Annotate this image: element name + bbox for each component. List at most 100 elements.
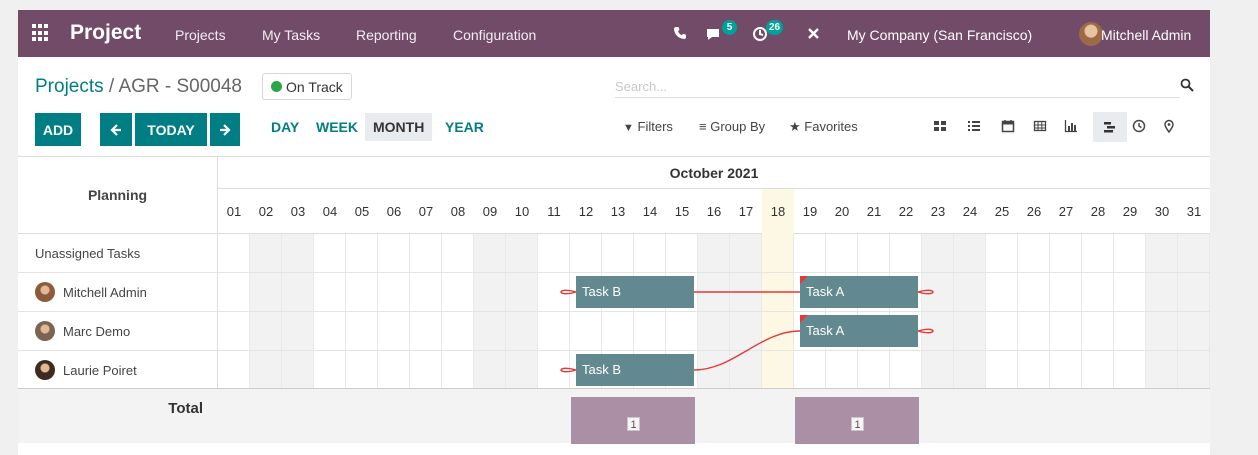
day-21: 21: [866, 204, 882, 219]
day-19: 19: [802, 204, 818, 219]
gantt-icon: [1104, 122, 1115, 133]
total-count: 1: [627, 417, 640, 431]
gantt-grid[interactable]: Task B Task A Task A Task B: [217, 234, 1210, 390]
graph-icon[interactable]: [1064, 119, 1078, 133]
day-24: 24: [962, 204, 978, 219]
activity-icon[interactable]: [1132, 119, 1146, 133]
day-14: 14: [642, 204, 658, 219]
status-dot-icon: [271, 81, 282, 92]
user-menu[interactable]: Mitchell Admin: [1101, 27, 1191, 43]
row-name: Unassigned Tasks: [35, 245, 141, 261]
late-marker-icon: [800, 315, 808, 323]
filters-label: Filters: [637, 119, 673, 134]
task-pill[interactable]: Task A: [800, 276, 918, 308]
next-button[interactable]: [210, 113, 240, 146]
row-label-unassigned-tasks: Unassigned Tasks: [18, 234, 217, 273]
menu-my-tasks[interactable]: My Tasks: [262, 27, 320, 43]
previous-button[interactable]: [100, 113, 132, 146]
day-04: 04: [322, 204, 338, 219]
day-16: 16: [706, 204, 722, 219]
star-icon: ★: [789, 119, 801, 134]
day-11: 11: [547, 204, 561, 219]
total-label: Total: [168, 400, 203, 417]
day-28: 28: [1090, 204, 1106, 219]
row-label-mitchell-admin: Mitchell Admin: [18, 273, 217, 312]
activities-badge: 26: [766, 20, 784, 35]
breadcrumb-current: AGR - S00048: [118, 76, 243, 97]
day-12: 12: [578, 204, 594, 219]
add-button[interactable]: ADD: [35, 113, 81, 146]
company-switcher[interactable]: My Company (San Francisco): [847, 27, 1032, 43]
scale-month[interactable]: MONTH: [365, 113, 433, 141]
row-divider: [218, 272, 1210, 273]
task-pill[interactable]: Task A: [800, 315, 918, 347]
calendar-icon[interactable]: [1001, 119, 1015, 133]
gantt-rows: Unassigned Tasks Mitchell Admin Marc Demo L…: [18, 234, 1210, 390]
filter-icon: ▼: [623, 122, 634, 134]
menu-reporting[interactable]: Reporting: [356, 27, 417, 43]
gantt-view-button[interactable]: [1093, 112, 1127, 142]
day-13: 13: [610, 204, 626, 219]
messages-icon[interactable]: [705, 27, 723, 41]
total-row: Total 1 1: [18, 388, 1210, 444]
row-divider: [218, 350, 1210, 351]
day-22: 22: [898, 204, 914, 219]
task-pill[interactable]: Task B: [576, 354, 694, 386]
day-05: 05: [354, 204, 370, 219]
row-name: Marc Demo: [63, 323, 131, 339]
map-icon[interactable]: [1162, 119, 1176, 133]
avatar: [35, 282, 55, 302]
day-15: 15: [674, 204, 690, 219]
scale-day[interactable]: DAY: [271, 119, 299, 135]
kanban-icon[interactable]: [933, 119, 947, 133]
task-pill[interactable]: Task B: [576, 276, 694, 308]
app-name[interactable]: Project: [70, 21, 141, 45]
group-by-icon: ≡: [699, 119, 707, 134]
close-icon[interactable]: [807, 27, 820, 40]
pivot-icon[interactable]: [1033, 119, 1047, 133]
phone-icon[interactable]: [673, 26, 687, 40]
group-by-dropdown[interactable]: ≡ Group By: [699, 119, 765, 134]
days-header: 01 02 03 04 05 06 07 08 09 10 11 12 13 14 15 16 17 18 19 20…: [217, 189, 1210, 234]
app-switcher-icon[interactable]: [32, 24, 50, 42]
day-29: 29: [1122, 204, 1138, 219]
project-status-button[interactable]: On Track: [262, 73, 352, 100]
status-label: On Track: [286, 78, 343, 95]
filters-dropdown[interactable]: ▼ Filters: [623, 119, 673, 134]
user-avatar[interactable]: [1079, 22, 1103, 46]
arrow-left-icon: [110, 123, 121, 136]
day-10: 10: [514, 204, 530, 219]
breadcrumb: Projects / AGR - S00048: [35, 76, 242, 98]
day-20: 20: [834, 204, 850, 219]
avatar: [35, 360, 55, 380]
task-name: Task B: [582, 362, 622, 377]
messages-badge: 5: [722, 20, 737, 35]
day-01: 01: [226, 204, 242, 219]
search-icon[interactable]: [1180, 78, 1194, 92]
scale-week[interactable]: WEEK: [316, 119, 358, 135]
day-26: 26: [1026, 204, 1042, 219]
row-name: Mitchell Admin: [63, 284, 147, 300]
late-marker-icon: [800, 276, 808, 284]
row-label-marc-demo: Marc Demo: [18, 312, 217, 351]
day-31: 31: [1186, 204, 1202, 219]
group-by-label: Group By: [710, 119, 766, 134]
menu-configuration[interactable]: Configuration: [453, 27, 536, 43]
planning-header: Planning: [18, 156, 217, 234]
day-18: 18: [762, 189, 794, 234]
task-name: Task B: [582, 284, 622, 299]
avatar: [35, 321, 55, 341]
task-name: Task A: [806, 284, 845, 299]
day-03: 03: [290, 204, 306, 219]
favorites-dropdown[interactable]: ★ Favorites: [789, 119, 858, 135]
day-23: 23: [930, 204, 946, 219]
list-icon[interactable]: [967, 119, 981, 133]
today-button[interactable]: TODAY: [135, 113, 207, 146]
menu-projects[interactable]: Projects: [175, 27, 226, 43]
search-input[interactable]: [615, 76, 1180, 98]
scale-year[interactable]: YEAR: [445, 119, 484, 135]
day-08: 08: [450, 204, 466, 219]
total-count: 1: [851, 417, 864, 431]
day-25: 25: [994, 204, 1010, 219]
breadcrumb-projects[interactable]: Projects: [35, 76, 104, 97]
